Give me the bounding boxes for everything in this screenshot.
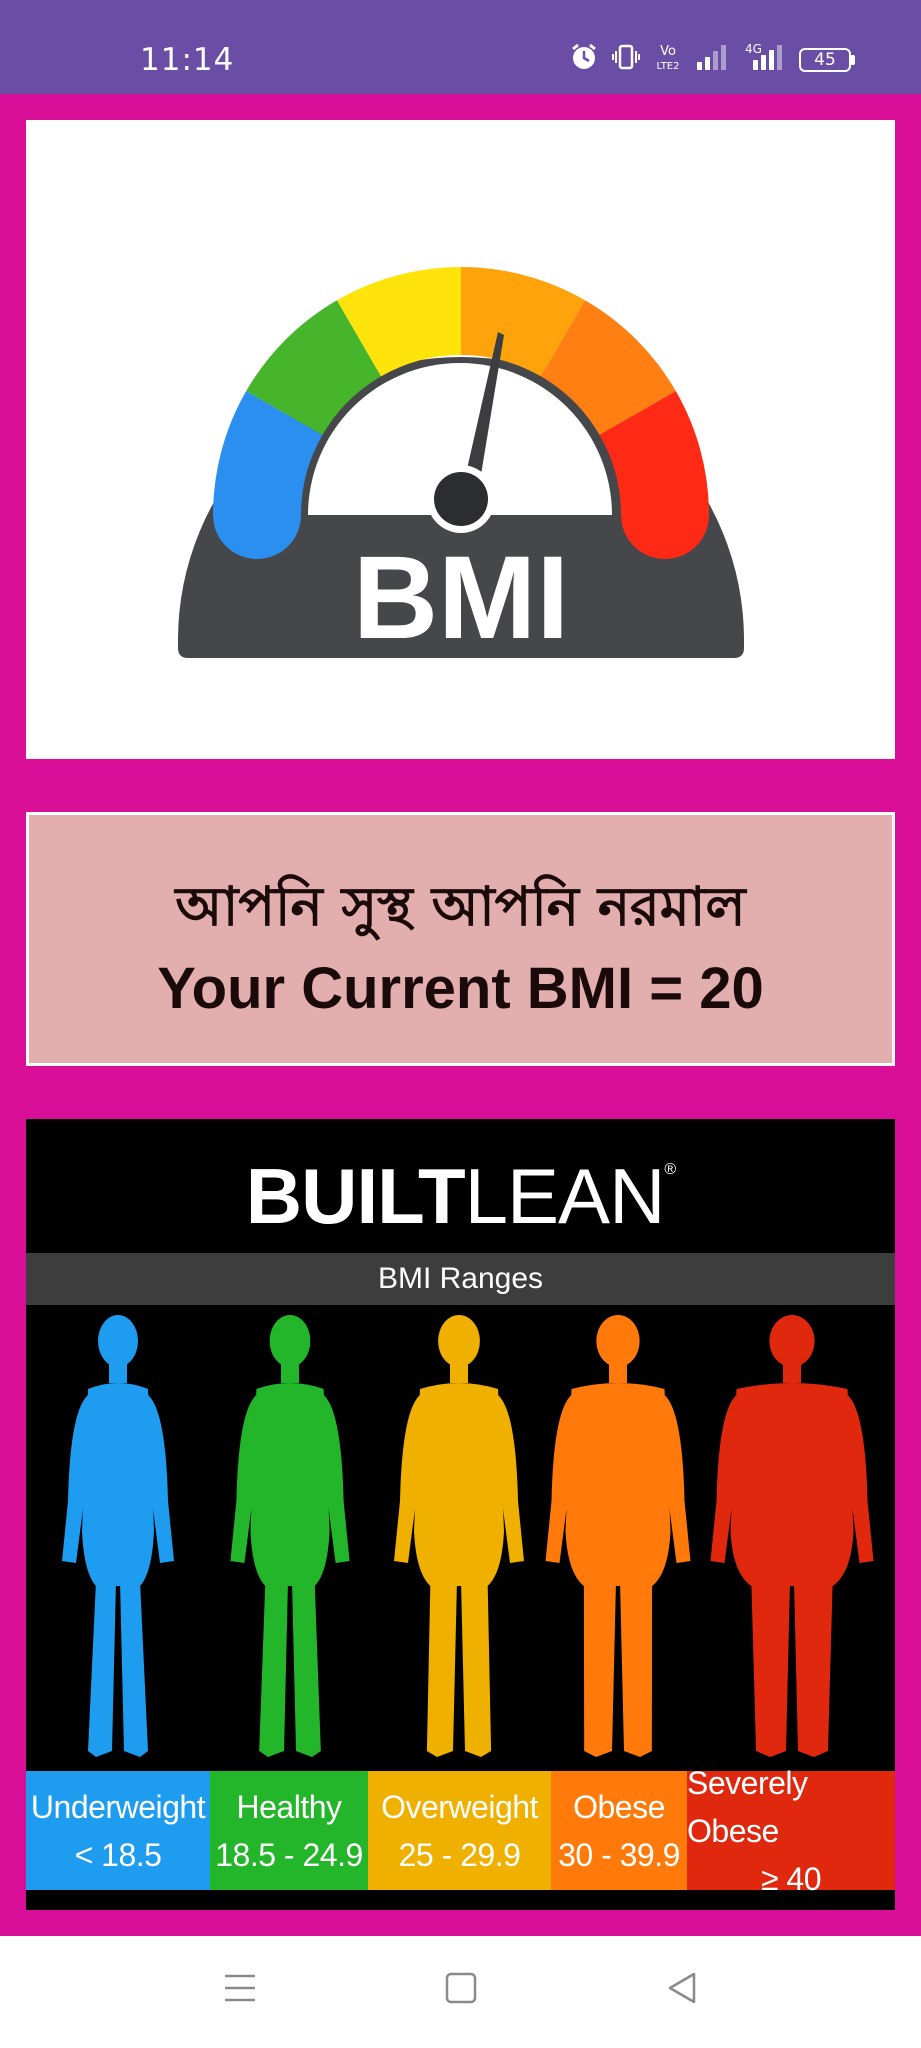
gauge-arc-end (621, 471, 709, 559)
health-status-text: আপনি সুস্থ আপনি নরমাল (175, 875, 746, 938)
vibrate-icon (611, 42, 641, 77)
body-figures (62, 1315, 874, 1757)
body-figure (710, 1315, 874, 1757)
bmi-result-card: আপনি সুস্থ আপনি নরমাল Your Current BMI =… (26, 812, 895, 1066)
bmi-ranges-card: BUILTLEAN® BMI Ranges Underweight < 18.5 H… (26, 1119, 895, 1910)
bmi-category-name: Obese (573, 1788, 665, 1825)
brand-mark: ® (664, 1161, 676, 1178)
volte-label-bottom: LTE2 (657, 61, 680, 72)
brand-bold: BUILT (245, 1152, 466, 1240)
bmi-category-range: < 18.5 (74, 1836, 162, 1873)
bmi-category-range: 30 - 39.9 (558, 1836, 680, 1873)
status-time: 11:14 (140, 42, 235, 78)
current-bmi-text: Your Current BMI = 20 (157, 956, 764, 1021)
navigation-bar (0, 1936, 921, 2048)
bmi-category-name: Healthy (236, 1788, 343, 1825)
bmi-range-labels: Underweight < 18.5 Healthy 18.5 - 24.9 Overw… (26, 1765, 895, 1897)
gauge-hub (434, 472, 488, 526)
bmi-category-name: Overweight (381, 1788, 538, 1825)
battery-icon: 45 (799, 47, 855, 72)
menu-icon[interactable] (222, 1970, 258, 2011)
bmi-category-range: 25 - 29.9 (398, 1836, 521, 1873)
builtlean-logo: BUILTLEAN® (26, 1151, 895, 1242)
4g-signal-icon: 4G (739, 42, 787, 77)
body-figure (62, 1315, 174, 1757)
bmi-range-label: Overweight 25 - 29.9 (368, 1771, 551, 1890)
body-figure (394, 1315, 524, 1757)
data-label: 4G (745, 42, 762, 56)
home-icon[interactable] (443, 1970, 479, 2011)
bmi-gauge-image: BMI (178, 267, 744, 664)
volte-label-top: Vo (660, 44, 676, 59)
bmi-category-range: ≥ 40 (760, 1860, 822, 1897)
brand-light: LEAN (464, 1152, 666, 1240)
gauge-arc-end (213, 471, 301, 559)
bmi-gauge-card: BMI (26, 120, 895, 759)
bmi-range-label: Healthy 18.5 - 24.9 (210, 1771, 368, 1890)
alarm-icon (569, 42, 599, 77)
bmi-ranges-header: BMI Ranges (26, 1253, 895, 1305)
status-bar: 11:14 Vo LTE2 4G 45 (0, 0, 921, 94)
signal-icon (695, 42, 727, 77)
back-icon[interactable] (664, 1970, 700, 2011)
bmi-category-name: Underweight (30, 1788, 206, 1825)
gauge-label: BMI (353, 532, 569, 664)
volte-icon: Vo LTE2 (653, 42, 683, 77)
bmi-range-label: Underweight < 18.5 (26, 1771, 210, 1890)
status-icons: Vo LTE2 4G 45 (569, 42, 855, 77)
body-figure (230, 1315, 350, 1757)
body-figure (545, 1315, 691, 1757)
bmi-category-name: Severely Obese (687, 1764, 808, 1849)
bmi-category-range: 18.5 - 24.9 (215, 1836, 363, 1873)
bmi-range-label: Obese 30 - 39.9 (551, 1771, 687, 1890)
bmi-range-label: Severely Obese ≥ 40 (687, 1765, 895, 1897)
battery-level: 45 (799, 47, 851, 72)
